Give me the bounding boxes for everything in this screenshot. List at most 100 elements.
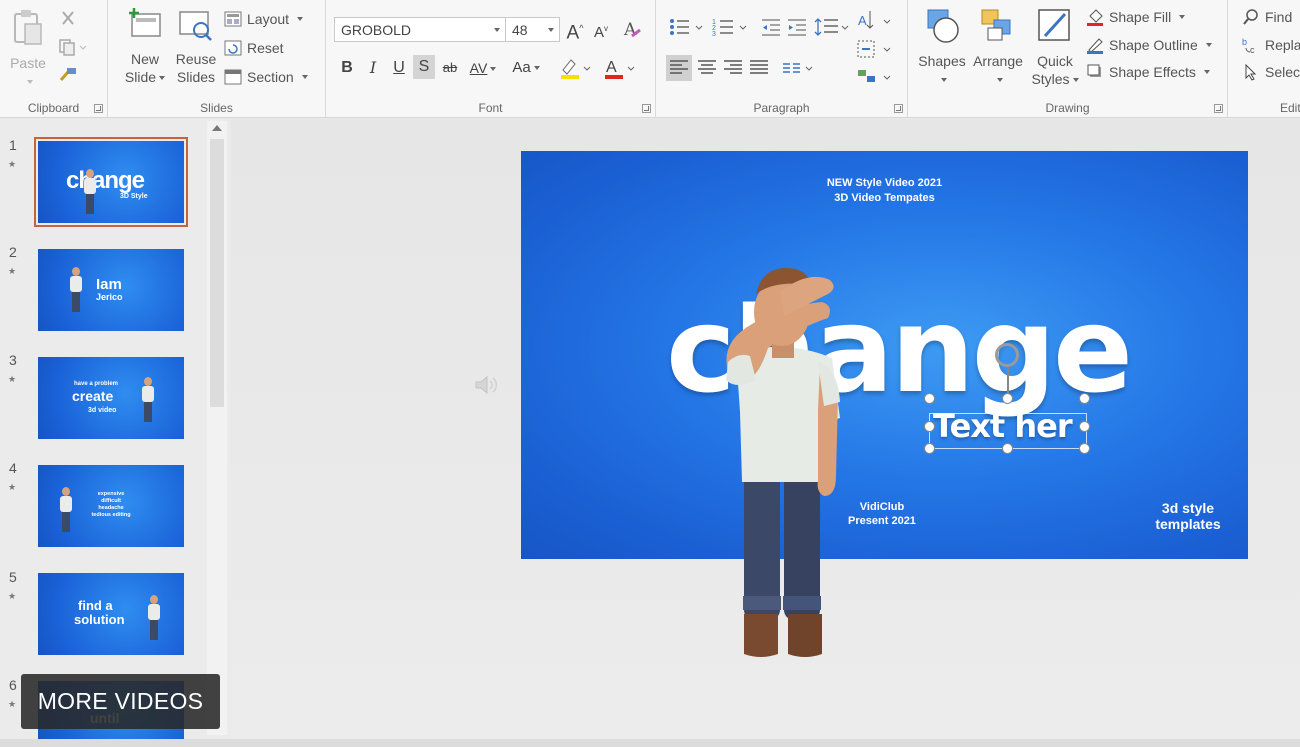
more-videos-button[interactable]: MORE VIDEOS [21,674,220,729]
columns-icon[interactable] [780,56,816,80]
font-family-select[interactable]: GROBOLD [334,17,506,42]
clear-formatting-icon[interactable]: A [622,18,644,40]
resize-handle-right[interactable] [1079,421,1090,432]
shape-effects-icon [1087,64,1101,77]
grow-font-button[interactable]: A^ [564,16,586,43]
thumb-subtitle: solution [74,612,125,627]
paragraph-launcher[interactable] [894,104,903,113]
font-color-icon[interactable]: A [602,56,636,82]
char-spacing-button[interactable]: AV [466,56,500,80]
bullets-icon[interactable] [668,16,708,38]
thumbnail-scrollbar[interactable] [207,121,227,735]
rotate-handle-icon[interactable] [995,343,1019,367]
shrink-font-button[interactable]: Av [590,17,612,41]
reuse-slides-button[interactable]: Reuse Slides [174,8,218,86]
align-center-icon[interactable] [694,55,720,81]
resize-handle-bottom[interactable] [1002,443,1013,454]
copy-icon[interactable] [58,38,88,56]
change-case-label: Aa [512,59,531,76]
current-slide[interactable]: NEW Style Video 2021 3D Video Tempates c… [521,151,1248,559]
text-shadow-button[interactable]: S [413,55,435,79]
smartart-icon[interactable] [856,66,894,88]
thumb-number: 1 [9,137,17,153]
paste-button[interactable]: Paste [8,8,48,90]
quick-styles-label-1: Quick [1037,53,1073,69]
change-case-button[interactable]: Aa [508,56,544,80]
clipboard-label: Clipboard [27,101,80,115]
thumb-subtitle: Jerico [96,292,123,302]
underline-button[interactable]: U [388,56,410,80]
quick-styles-button[interactable]: Quick Styles [1030,6,1080,88]
reuse-label-1: Reuse [175,51,217,67]
thumb-number: 6 [9,677,17,693]
slides-label: Slides [200,101,233,115]
svg-text:A: A [858,13,867,28]
shape-effects-button[interactable]: Shape Effects [1086,63,1210,81]
paint-bucket-icon [1087,9,1103,26]
slide-thumbnail-1[interactable]: change 3D Style [34,137,188,227]
slide-thumbnail-2[interactable]: Iam Jerico [38,249,184,331]
slide-thumbnail-5[interactable]: find a solution [38,573,184,655]
thumb-subtitle: 3d video [88,407,117,414]
font-size-select[interactable]: 48 [505,17,560,42]
reset-label: Reset [247,40,284,56]
animation-star-icon: ★ [8,159,17,169]
resize-handle-top[interactable] [1002,393,1013,404]
align-right-icon[interactable] [720,55,746,81]
replace-button[interactable]: bc Replac [1242,36,1300,54]
slide-thumbnail-3[interactable]: have a problem create 3d video [38,357,184,439]
cursor-icon [1245,63,1257,81]
resize-handle-top-right[interactable] [1079,393,1090,404]
increase-indent-icon[interactable] [786,16,810,38]
clipboard-launcher[interactable] [94,104,103,113]
slides-group: New Slide Reuse Slides Layout Reset Sect… [108,0,326,118]
animation-star-icon: ★ [8,699,17,709]
speaker-icon[interactable] [474,374,498,396]
paragraph-label: Paragraph [753,101,810,115]
shapes-button[interactable]: Shapes [918,6,966,88]
section-icon [224,69,242,85]
resize-handle-left[interactable] [924,421,935,432]
badge-line-2: templates [1155,516,1221,532]
resize-handle-bottom-left[interactable] [924,443,935,454]
reset-button[interactable]: Reset [224,39,284,57]
font-launcher[interactable] [642,104,651,113]
align-left-button[interactable] [666,55,692,81]
cut-icon[interactable] [60,10,76,26]
select-button[interactable]: Select [1242,63,1300,81]
quick-styles-label-2-wrap: Styles [1030,70,1080,88]
italic-button[interactable]: I [362,56,384,80]
bold-button[interactable]: B [336,56,358,80]
arrange-button[interactable]: Arrange [970,6,1026,88]
scroll-up-arrow-icon[interactable] [212,125,222,131]
layout-button[interactable]: Layout [224,10,304,28]
numbering-icon[interactable]: 123 [712,16,752,38]
section-label: Section [247,69,294,85]
bold-label: B [341,59,353,76]
section-button[interactable]: Section [224,68,308,86]
animation-star-icon: ★ [8,374,17,384]
arrange-icon [981,9,1011,41]
drawing-launcher[interactable] [1214,104,1223,113]
text-direction-icon[interactable]: A [856,8,894,32]
resize-handle-bottom-right[interactable] [1079,443,1090,454]
slide-thumbnail-4[interactable]: expensive difficult headache tedious edi… [38,465,184,547]
scrollbar-thumb[interactable] [210,139,224,407]
strikethrough-button[interactable]: ab [439,56,461,80]
align-text-icon[interactable] [856,38,894,60]
text-box-content[interactable]: Text her [933,407,1073,445]
decrease-indent-icon[interactable] [760,16,784,38]
justify-icon[interactable] [746,55,772,81]
paste-icon [14,10,42,45]
highlight-color-icon[interactable] [558,56,592,82]
shape-outline-button[interactable]: Shape Outline [1086,36,1212,54]
find-button[interactable]: Find [1242,8,1292,26]
3d-character-figure[interactable] [722,262,852,667]
new-slide-label-2-wrap: Slide [120,68,170,86]
resize-handle-top-left[interactable] [924,393,935,404]
thumb-number: 5 [9,569,17,585]
format-painter-icon[interactable] [58,66,78,84]
shape-fill-button[interactable]: Shape Fill [1086,8,1186,26]
new-slide-button[interactable]: New Slide [120,8,170,86]
line-spacing-icon[interactable] [814,16,850,38]
